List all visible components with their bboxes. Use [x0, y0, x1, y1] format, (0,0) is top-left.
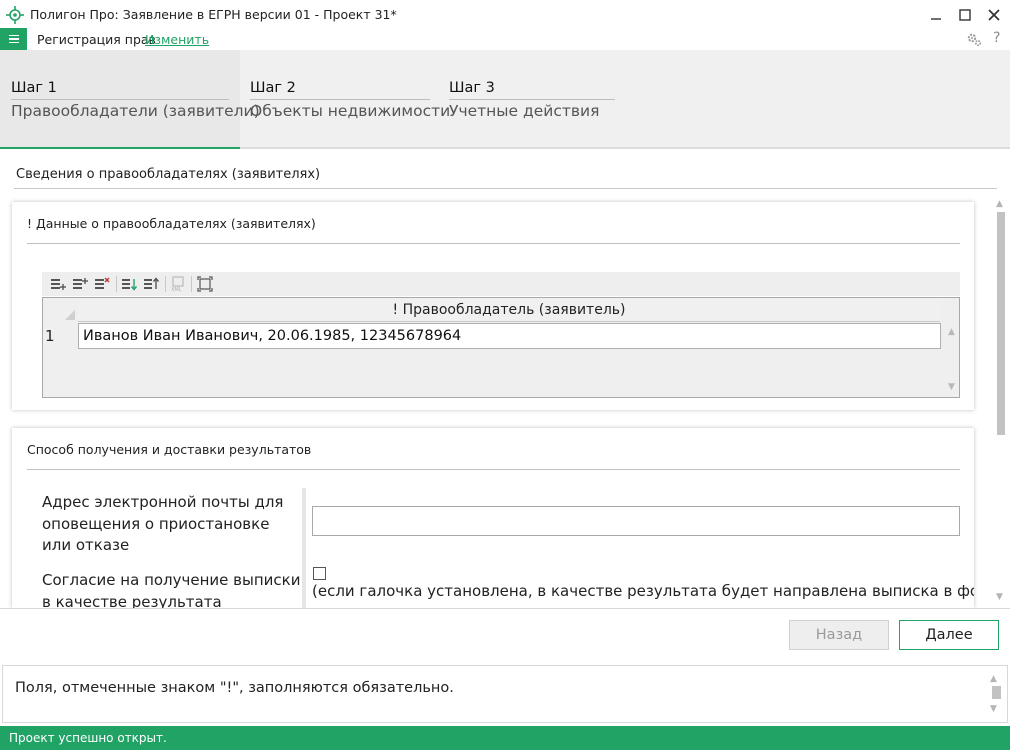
consent-checkbox[interactable] — [313, 567, 326, 580]
svg-text:XML: XML — [171, 287, 182, 292]
step-title: Шаг 3 — [449, 80, 495, 96]
change-link[interactable]: Изменить — [145, 32, 209, 47]
step-title: Шаг 1 — [11, 80, 57, 96]
main-scrollbar-thumb[interactable] — [997, 212, 1005, 435]
add-row-icon[interactable] — [50, 276, 66, 292]
move-down-icon[interactable] — [121, 276, 137, 292]
grid-scroll-up-icon[interactable]: ▲ — [948, 327, 955, 337]
email-label: Адрес электронной почты для оповещения о… — [42, 493, 284, 554]
scroll-down-icon[interactable]: ▼ — [996, 592, 1003, 602]
corner-triangle-icon — [65, 310, 75, 320]
step-subtitle: Учетные действия — [449, 102, 600, 120]
close-button[interactable] — [979, 2, 1009, 28]
info-message: Поля, отмеченные знаком "!", заполняются… — [15, 680, 454, 696]
status-message: Проект успешно открыт. — [9, 731, 167, 745]
scroll-up-icon[interactable]: ▲ — [996, 199, 1003, 209]
info-scrollbar-thumb[interactable] — [992, 686, 1001, 699]
panel-divider — [27, 243, 960, 244]
row-number: 1 — [45, 327, 55, 345]
consent-label: Согласие на получение выписки в качестве… — [42, 571, 301, 608]
tab-step-3[interactable]: Шаг 3 Учетные действия — [449, 50, 615, 149]
label-column-divider — [302, 488, 306, 608]
section-heading: Сведения о правообладателях (заявителях) — [16, 167, 321, 182]
settings-icon[interactable] — [966, 31, 982, 47]
insert-row-icon[interactable] — [72, 276, 88, 292]
minimize-icon — [931, 18, 941, 20]
consent-note: (если галочка установлена, в качестве ре… — [312, 582, 974, 600]
maximize-icon — [959, 9, 971, 21]
grid-toolbar: XML — [42, 272, 960, 296]
registration-type-label: Регистрация прав — [37, 32, 156, 47]
grid-corner — [43, 298, 78, 322]
hamburger-menu-button[interactable] — [0, 28, 27, 50]
maximize-button[interactable] — [950, 2, 980, 28]
column-header[interactable]: ! Правообладатель (заявитель) — [78, 298, 940, 322]
delivery-panel: Способ получения и доставки результатов … — [12, 428, 974, 608]
import-xml-icon[interactable]: XML — [170, 276, 186, 292]
help-icon[interactable]: ? — [993, 30, 1000, 46]
delivery-panel-title: Способ получения и доставки результатов — [27, 442, 312, 457]
close-icon — [988, 9, 1000, 21]
holder-cell[interactable]: Иванов Иван Иванович, 20.06.1985, 123456… — [78, 323, 941, 349]
tab-step-1[interactable]: Шаг 1 Правообладатели (заявители) — [0, 50, 260, 149]
window-title: Полигон Про: Заявление в ЕГРН версии 01 … — [30, 7, 397, 22]
holders-panel-title: ! Данные о правообладателях (заявителях) — [27, 216, 316, 231]
step-divider — [11, 99, 229, 100]
holders-panel: ! Данные о правообладателях (заявителях)… — [12, 202, 974, 410]
expand-icon[interactable] — [197, 276, 213, 292]
panel-divider — [27, 469, 960, 470]
back-button[interactable]: Назад — [789, 620, 889, 650]
tab-step-2[interactable]: Шаг 2 Объекты недвижимости — [250, 50, 450, 149]
section-divider — [14, 188, 997, 189]
move-up-icon[interactable] — [143, 276, 159, 292]
delete-row-icon[interactable] — [94, 276, 110, 292]
info-panel: Поля, отмеченные знаком "!", заполняются… — [2, 665, 1008, 723]
info-scroll-down-icon[interactable]: ▼ — [990, 704, 997, 714]
step-divider — [449, 99, 615, 100]
toolbar-separator — [116, 276, 117, 292]
info-scroll-up-icon[interactable]: ▲ — [990, 674, 997, 684]
grid-scroll-down-icon[interactable]: ▼ — [948, 382, 955, 392]
holders-grid: ! Правообладатель (заявитель) 1 Иванов И… — [42, 297, 960, 398]
step-subtitle: Объекты недвижимости — [250, 102, 451, 120]
step-subtitle: Правообладатели (заявители) — [11, 102, 260, 120]
minimize-button[interactable] — [921, 2, 951, 28]
next-button[interactable]: Далее — [899, 620, 999, 650]
app-logo-icon — [6, 6, 24, 24]
status-bar: Проект успешно открыт. — [0, 726, 1010, 750]
hamburger-menu-icon — [8, 34, 19, 37]
toolbar-separator — [165, 276, 166, 292]
step-divider — [250, 99, 430, 100]
step-title: Шаг 2 — [250, 80, 296, 96]
toolbar-separator — [191, 276, 192, 292]
email-field[interactable] — [312, 506, 960, 536]
